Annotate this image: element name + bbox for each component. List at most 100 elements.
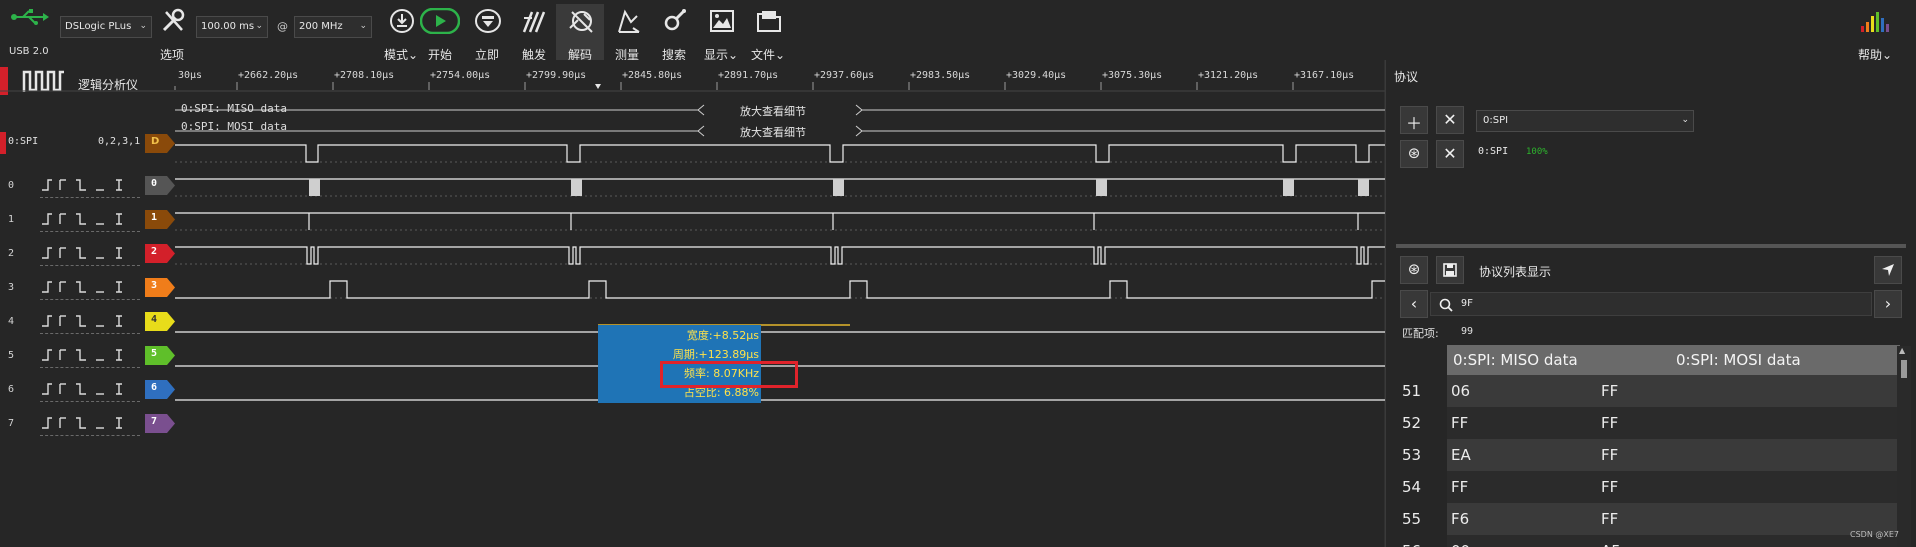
help-button[interactable]: 帮助⌄ xyxy=(1852,4,1902,62)
device-label: USB 2.0 xyxy=(9,46,49,57)
list-settings-button[interactable]: ⊛ xyxy=(1400,256,1428,284)
row-background xyxy=(1447,407,1900,439)
channel-row[interactable]: 00 xyxy=(0,168,1385,202)
trigger-button[interactable]: 触发 xyxy=(510,4,558,62)
miso-column-header[interactable]: 0:SPI: MISO data xyxy=(1453,351,1578,369)
row-background xyxy=(1447,535,1900,547)
trigger-edge-icons xyxy=(42,417,122,429)
channel-tag-label: 3 xyxy=(151,280,158,291)
channel-tag-label: 2 xyxy=(151,246,158,257)
table-row[interactable]: 53 EA FF xyxy=(1386,439,1900,471)
channel-divider xyxy=(40,197,140,198)
device-status[interactable]: USB 2.0 xyxy=(6,8,51,57)
row-background xyxy=(1447,439,1900,471)
channel-color-tag xyxy=(145,312,175,331)
play-icon xyxy=(420,8,460,34)
search-prev-button[interactable]: ‹ xyxy=(1400,290,1428,318)
trigger-selector[interactable] xyxy=(40,312,140,333)
scroll-thumb[interactable] xyxy=(1901,360,1907,378)
sample-rate-value: 200 MHz xyxy=(299,21,343,32)
mosi-cell: FF xyxy=(1601,478,1619,496)
save-list-button[interactable] xyxy=(1436,256,1464,284)
table-row[interactable]: 54 FF FF xyxy=(1386,471,1900,503)
table-row[interactable]: 55 F6 FF xyxy=(1386,503,1900,535)
search-next-button[interactable]: › xyxy=(1874,290,1902,318)
mosi-column-header[interactable]: 0:SPI: MOSI data xyxy=(1676,351,1801,369)
trigger-selector[interactable] xyxy=(40,244,140,265)
zoom-hint: 放大查看细节 xyxy=(740,105,806,118)
channel-color-tag xyxy=(145,346,175,365)
decoder-channels: 0,2,3,1 xyxy=(98,136,141,147)
trigger-selector[interactable] xyxy=(40,210,140,231)
channel-tag-label: 4 xyxy=(151,314,158,325)
match-count: 99 xyxy=(1461,326,1474,337)
channel-color-tag xyxy=(145,176,175,195)
wrench-screwdriver-icon xyxy=(162,8,185,32)
miso-cell: EA xyxy=(1451,446,1471,464)
measure-icon xyxy=(618,9,640,33)
decoder-color-strip xyxy=(0,132,6,154)
miso-cell: FF xyxy=(1451,414,1469,432)
protocol-select[interactable]: 0:SPI ⌄ xyxy=(1476,110,1694,132)
row-background xyxy=(1447,503,1900,535)
protocol-settings-button[interactable]: ⊛ xyxy=(1400,140,1428,168)
trigger-edge-icons xyxy=(42,281,122,293)
trigger-selector[interactable] xyxy=(40,346,140,367)
channel-number: 3 xyxy=(8,282,15,293)
search-icon xyxy=(1439,298,1453,312)
options-button[interactable]: 选项 xyxy=(148,4,196,62)
goto-button[interactable] xyxy=(1874,256,1902,284)
file-button[interactable]: 文件⌄ xyxy=(744,4,792,62)
channel-row[interactable]: 11 xyxy=(0,202,1385,236)
channel-tag-label: 6 xyxy=(151,382,158,393)
sample-rate-select[interactable]: 200 MHz ⌄ xyxy=(294,16,372,38)
channel-number: 0 xyxy=(8,180,15,191)
panel-splitter[interactable] xyxy=(1396,244,1906,248)
measure-button[interactable]: 测量 xyxy=(603,4,651,62)
table-row[interactable]: 51 06 FF xyxy=(1386,375,1900,407)
trigger-selector[interactable] xyxy=(40,176,140,197)
measure-width: 宽度:+8.52μs xyxy=(686,329,759,342)
display-icon xyxy=(710,10,734,32)
search-input[interactable]: 9F xyxy=(1430,292,1872,316)
table-row[interactable]: 52 FF FF xyxy=(1386,407,1900,439)
channel-number: 2 xyxy=(8,248,15,259)
channel-divider xyxy=(40,333,140,334)
add-protocol-button[interactable]: ＋ xyxy=(1400,106,1428,134)
device-select[interactable]: DSLogic PLus ⌄ xyxy=(60,16,152,38)
trigger-selector[interactable] xyxy=(40,414,140,435)
delete-decoder-button[interactable]: ✕ xyxy=(1436,140,1464,168)
decoder-channel-row[interactable]: 0:SPI 0,2,3,1 D xyxy=(0,132,180,154)
trigger-selector[interactable] xyxy=(40,278,140,299)
channel-number: 1 xyxy=(8,214,15,225)
search-button[interactable]: 搜索 xyxy=(650,4,698,62)
measure-period: 周期:+123.89μs xyxy=(672,348,759,361)
decode-button[interactable]: 解码 xyxy=(556,4,604,62)
remove-protocol-button[interactable]: ✕ xyxy=(1436,106,1464,134)
miso-cell: 06 xyxy=(1451,382,1471,400)
channel-divider xyxy=(40,231,140,232)
cursor-marker-icon[interactable] xyxy=(595,84,601,89)
row-background xyxy=(1447,471,1900,503)
search-icon xyxy=(664,9,686,31)
scroll-up-icon[interactable]: ▲ xyxy=(1899,346,1905,355)
row-index: 56 xyxy=(1402,542,1421,547)
trigger-selector[interactable] xyxy=(40,380,140,401)
mosi-cell: FF xyxy=(1601,414,1619,432)
device-select-value: DSLogic PLus xyxy=(65,21,132,32)
usb-icon xyxy=(10,9,49,25)
start-button[interactable]: 开始 xyxy=(416,4,464,62)
channel-color-tag xyxy=(145,414,175,433)
channel-row[interactable]: 33 xyxy=(0,270,1385,304)
channel-color-tag xyxy=(145,278,175,297)
duration-select[interactable]: 100.00 ms ⌄ xyxy=(196,16,268,38)
table-scrollbar[interactable]: ▲ xyxy=(1897,346,1911,547)
miso-cell: F6 xyxy=(1451,510,1470,528)
channel-row[interactable]: 22 xyxy=(0,236,1385,270)
table-row[interactable]: 56 00 A5 xyxy=(1386,535,1900,547)
channel-row[interactable]: 77 xyxy=(0,406,1385,440)
download-circle-icon xyxy=(390,9,414,33)
instant-button[interactable]: 立即 xyxy=(463,4,511,62)
display-button[interactable]: 显示⌄ xyxy=(697,4,745,62)
chevron-down-icon: ⌄ xyxy=(1681,115,1689,125)
